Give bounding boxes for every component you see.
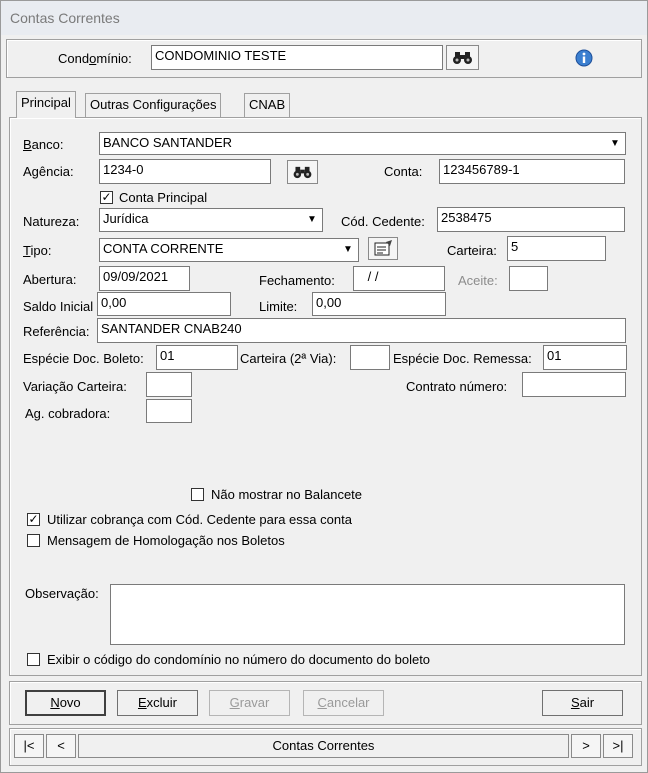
condominio-label: Condomínio: — [58, 51, 132, 66]
exibir-codigo-label: Exibir o código do condomínio no número … — [47, 652, 431, 667]
contrato-numero-label: Contrato número: — [406, 379, 508, 394]
saldo-inicial-field[interactable]: 0,00 — [97, 292, 231, 316]
carteira-label: Carteira: — [447, 243, 497, 258]
info-icon[interactable] — [573, 47, 595, 69]
nav-prev-button[interactable]: < — [46, 734, 76, 758]
agencia-field[interactable]: 1234-0 — [99, 159, 271, 184]
cod-cedente-field[interactable]: 2538475 — [437, 207, 625, 232]
variacao-carteira-field[interactable] — [146, 372, 192, 397]
aceite-label: Aceite: — [458, 273, 498, 288]
limite-field[interactable]: 0,00 — [312, 292, 446, 316]
conta-field[interactable]: 123456789-1 — [439, 159, 625, 184]
mensagem-homologacao-label: Mensagem de Homologação nos Boletos — [47, 533, 285, 548]
ag-cobradora-field[interactable] — [146, 399, 192, 423]
window: Contas Correntes Condomínio: CONDOMINIO … — [0, 0, 648, 773]
nav-next-button[interactable]: > — [571, 734, 601, 758]
search-condominio-button[interactable] — [446, 45, 479, 70]
tab-principal[interactable]: Principal — [16, 91, 76, 118]
fechamento-label: Fechamento: — [259, 273, 335, 288]
tipo-label: Tipo: — [23, 243, 52, 258]
chevron-down-icon[interactable]: ▼ — [339, 240, 357, 259]
mensagem-homologacao-checkbox[interactable] — [27, 534, 40, 547]
carteira-2via-field[interactable] — [350, 345, 390, 370]
tipo-value: CONTA CORRENTE — [103, 241, 224, 256]
conta-label: Conta: — [384, 164, 423, 179]
edit-record-icon — [374, 240, 392, 256]
nav-first-button[interactable]: |< — [14, 734, 44, 758]
excluir-button[interactable]: Excluir — [117, 690, 198, 716]
novo-button[interactable]: Novo — [25, 690, 106, 716]
edit-tipo-button[interactable] — [368, 237, 398, 260]
carteira-2via-label: Carteira (2ª Via): — [240, 351, 337, 366]
banco-value: BANCO SANTANDER — [103, 135, 233, 150]
utilizar-cobranca-label: Utilizar cobrança com Cód. Cedente para … — [47, 512, 352, 527]
conta-principal-checkbox[interactable]: ✓ — [100, 191, 113, 204]
especie-doc-remessa-label: Espécie Doc. Remessa: — [393, 351, 532, 366]
tipo-select[interactable]: CONTA CORRENTE ▼ — [99, 238, 359, 262]
nav-last-button[interactable]: >| — [603, 734, 633, 758]
especie-doc-remessa-field[interactable]: 01 — [543, 345, 627, 370]
sair-button[interactable]: Sair — [542, 690, 623, 716]
banco-label: Banco: — [23, 137, 64, 152]
condominio-field[interactable]: CONDOMINIO TESTE — [151, 45, 443, 70]
saldo-inicial-label: Saldo Inicial — [23, 299, 94, 314]
exibir-codigo-checkbox[interactable] — [27, 653, 40, 666]
cancelar-button[interactable]: Cancelar — [303, 690, 384, 716]
referencia-label: Referência: — [23, 324, 90, 339]
banco-select[interactable]: BANCO SANTANDER ▼ — [99, 132, 626, 155]
abertura-field[interactable]: 09/09/2021 — [99, 266, 190, 291]
chevron-down-icon[interactable]: ▼ — [303, 210, 321, 229]
title-bar: Contas Correntes — [1, 1, 647, 35]
limite-label: Limite: — [259, 299, 298, 314]
agencia-label: Agência: — [23, 164, 74, 179]
especie-doc-boleto-field[interactable]: 01 — [156, 345, 238, 370]
tab-cnab[interactable]: CNAB — [244, 93, 291, 117]
binoculars-icon — [453, 52, 472, 64]
search-agencia-button[interactable] — [287, 160, 318, 184]
binoculars-icon — [293, 166, 312, 179]
observacao-textarea[interactable] — [110, 584, 625, 645]
abertura-label: Abertura: — [23, 272, 77, 287]
nav-label: Contas Correntes — [78, 734, 569, 758]
natureza-value: Jurídica — [103, 211, 149, 226]
chevron-down-icon[interactable]: ▼ — [606, 134, 624, 153]
cod-cedente-label: Cód. Cedente: — [341, 214, 425, 229]
observacao-label: Observação: — [25, 586, 99, 601]
nao-mostrar-balancete-label: Não mostrar no Balancete — [211, 487, 363, 502]
utilizar-cobranca-checkbox[interactable]: ✓ — [27, 513, 40, 526]
window-title: Contas Correntes — [10, 10, 120, 26]
variacao-carteira-label: Variação Carteira: — [23, 379, 127, 394]
ag-cobradora-label: Ag. cobradora: — [25, 406, 111, 421]
natureza-label: Natureza: — [23, 214, 80, 229]
referencia-field[interactable]: SANTANDER CNAB240 — [97, 318, 626, 343]
carteira-field[interactable]: 5 — [507, 236, 606, 261]
fechamento-field[interactable]: / / — [353, 266, 445, 291]
conta-principal-label: Conta Principal — [119, 190, 208, 205]
gravar-button[interactable]: Gravar — [209, 690, 290, 716]
especie-doc-boleto-label: Espécie Doc. Boleto: — [23, 351, 144, 366]
contrato-numero-field[interactable] — [522, 372, 626, 397]
tab-outras-configuracoes[interactable]: Outras Configurações — [85, 93, 222, 117]
nao-mostrar-balancete-checkbox[interactable] — [191, 488, 204, 501]
aceite-field[interactable] — [509, 266, 548, 291]
natureza-select[interactable]: Jurídica ▼ — [99, 208, 323, 232]
